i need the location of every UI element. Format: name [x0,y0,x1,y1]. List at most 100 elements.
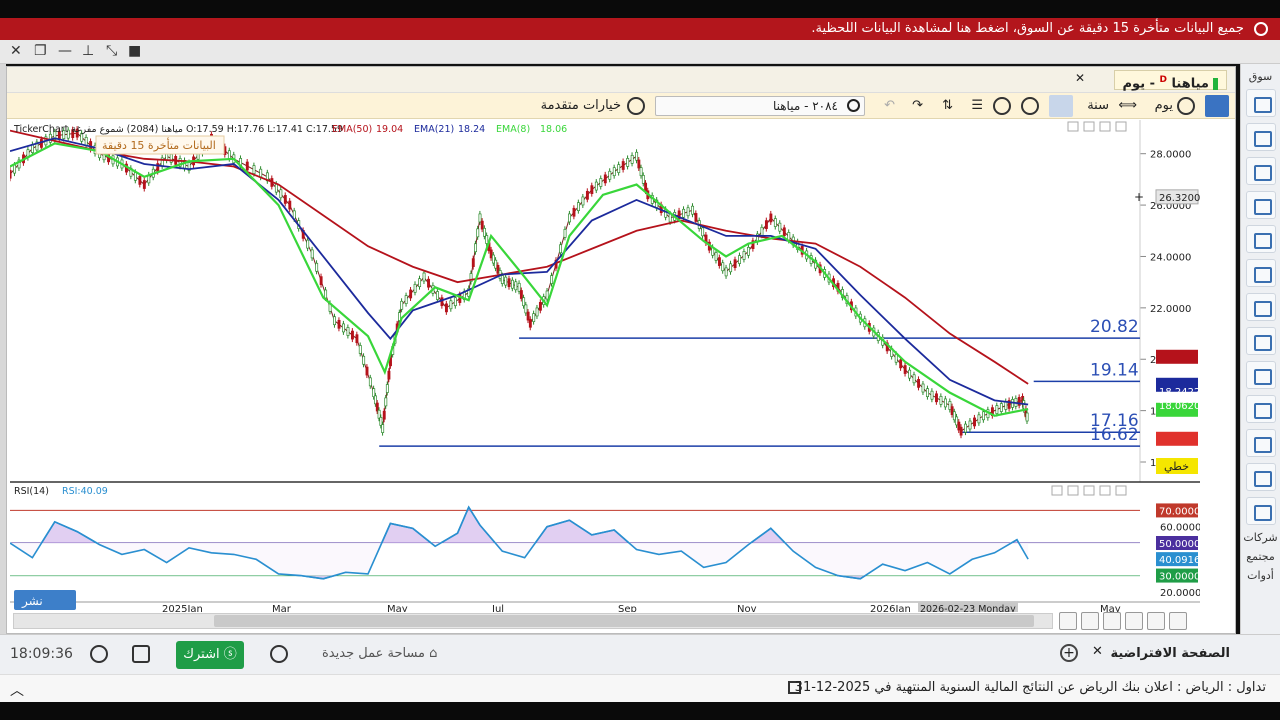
community-label[interactable]: مجتمع [1241,550,1280,563]
search-icon[interactable] [847,99,860,112]
candle-body [635,151,639,161]
sidebar-chart-icon[interactable] [1245,89,1276,117]
zoom-in-icon[interactable] [1169,612,1187,630]
clock-icon[interactable] [1177,97,1195,115]
candle-body [372,388,376,397]
sidebar-swap-icon[interactable] [1245,361,1276,389]
candle-body [686,207,690,217]
horizontal-scrollbar[interactable] [13,613,1053,629]
x-axis-label: 2026Jan [870,604,911,612]
sidebar-companies-icon[interactable] [1245,497,1276,525]
candle-body [471,258,475,267]
tab-period: - يوم [1122,76,1155,92]
candle-body [926,388,929,397]
candle-body [510,279,514,289]
candle-body [639,167,643,177]
candle-body [504,276,508,286]
close-icon[interactable]: ✕ [10,43,22,59]
candle-body [977,414,981,424]
sidebar-lock-icon[interactable] [1245,225,1276,253]
candle-body [899,359,903,369]
candle-body [315,262,319,272]
compare-icon[interactable]: ⇅ [942,96,953,116]
candle-body [532,313,536,322]
indicator-icon[interactable] [1021,97,1039,115]
interval-label[interactable]: يوم [1155,96,1173,116]
tools-label[interactable]: أدوات [1241,569,1280,582]
candle-body [908,369,912,379]
candle-body [480,220,484,230]
candle-body [982,411,985,421]
pin-icon[interactable]: ⊥ [82,43,94,59]
candle-body [694,213,698,222]
rsi-tick-label: 60.0000 [1160,523,1200,534]
rsi-close-icon [1051,485,1063,496]
undo-icon[interactable]: ↶ [884,96,895,116]
zoom-reset-icon[interactable] [1125,612,1143,630]
sidebar-building-icon[interactable] [1245,463,1276,491]
range-label[interactable]: سنة [1087,96,1109,116]
scroll-thumb[interactable] [214,615,1034,627]
sidebar-page-icon[interactable] [1245,123,1276,151]
range-icon[interactable]: ⟺ [1118,96,1137,116]
delay-notice-banner[interactable]: جميع البيانات متأخرة 15 دقيقة عن السوق، … [0,18,1280,40]
list-icon[interactable]: ☰ [971,96,983,116]
sidebar-globe-icon[interactable] [1245,429,1276,457]
candle-body [701,227,705,237]
subscribe-button[interactable]: اشترك ⓢ [176,641,244,669]
candle-body [84,137,88,146]
candle-body [310,249,314,259]
sidebar-trend-icon[interactable] [1245,157,1276,185]
phone-icon[interactable] [90,645,108,663]
new-workspace-button[interactable]: مساحة عمل جديدة ⌂ [322,646,437,661]
chart-window: مياهنا D - يوم ✕ يوم ⟺ سنة ☰ ⇅ ↷ ↶ ٢٠٨٤ … [6,66,1236,634]
sidebar-alert-icon[interactable] [1245,293,1276,321]
collapse-icon[interactable]: ⤡ [106,43,117,59]
zoom-fit-icon[interactable] [1059,612,1077,630]
value-tag-label: 17.5900 [1159,418,1200,429]
candle-body [568,213,571,223]
candle-body [519,290,523,299]
settings-gear-icon[interactable] [627,97,645,115]
candle-body [608,170,612,180]
candle-body [478,213,482,223]
account-icon[interactable] [270,645,288,663]
symbol-search-value: ٢٠٨٤ - مياهنا [772,99,838,113]
candle-body [358,345,362,354]
logout-icon[interactable] [132,645,150,663]
sidebar-lock2-icon[interactable] [1245,259,1276,287]
sidebar-ring-icon[interactable] [1245,327,1276,355]
video-icon[interactable]: ■ [128,43,141,59]
chart-tab[interactable]: مياهنا D - يوم [1113,70,1227,92]
tab-close-icon[interactable]: ✕ [1075,71,1085,85]
default-page-tab[interactable]: الصفحة الافتراضية [1110,640,1230,668]
restore-icon[interactable]: ❐ [34,43,47,59]
drawing-tool-icon[interactable] [1049,95,1073,117]
news-ticker-text[interactable]: تداول : الرياض : اعلان بنك الرياض عن الن… [795,680,1266,695]
candle-body [769,213,773,223]
market-label[interactable]: سوق [1241,70,1280,83]
candle-body [526,311,530,321]
candle-body [8,169,12,179]
price-chart-svg[interactable]: 28.000026.000024.000022.000020.000018.00… [8,120,1201,615]
zoom-select-icon[interactable] [1103,612,1121,630]
value-tag [1156,431,1198,446]
sidebar-gauge-icon[interactable] [1245,191,1276,219]
advanced-options[interactable]: خيارات متقدمة [541,96,621,116]
alert-a-icon[interactable] [993,97,1011,115]
page-close-icon[interactable]: ✕ [1092,644,1103,659]
add-page-icon[interactable]: + [1060,644,1078,662]
candle-body [641,175,645,184]
candle-body [724,267,728,277]
redo-icon[interactable]: ↷ [912,96,923,116]
zoom-area-icon[interactable] [1081,612,1099,630]
companies-label[interactable]: شركات [1241,531,1280,544]
symbol-search[interactable]: ٢٠٨٤ - مياهنا [655,96,865,116]
zoom-out-icon[interactable] [1147,612,1165,630]
minimize-icon[interactable]: — [58,43,72,59]
draw-pen-icon[interactable] [1205,95,1229,117]
candle-body [594,181,598,191]
chevron-up-icon[interactable]: ︿ [10,680,24,700]
chart-area[interactable]: 28.000026.000024.000022.000020.000018.00… [8,120,1201,615]
sidebar-settings-icon[interactable] [1245,395,1276,423]
